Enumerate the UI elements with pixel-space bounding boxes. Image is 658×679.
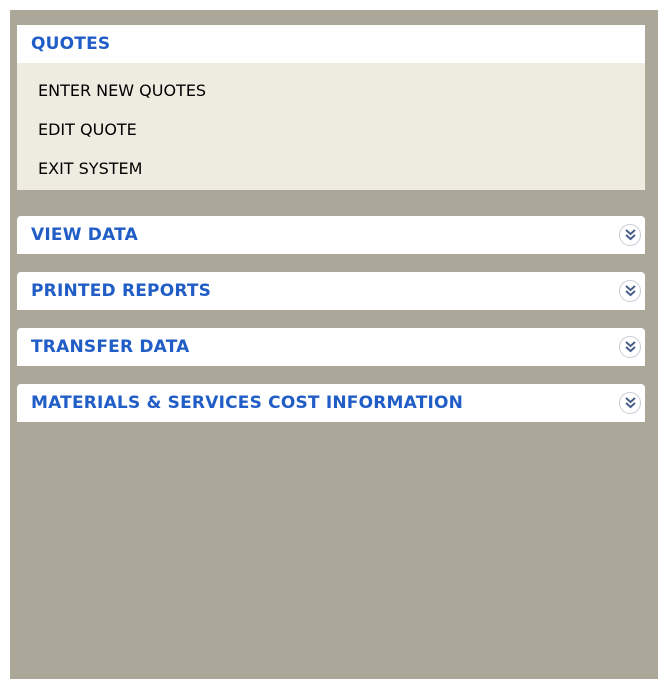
group-printed-reports: PRINTED REPORTS xyxy=(17,272,645,310)
group-materials-services-cost: MATERIALS & SERVICES COST INFORMATION xyxy=(17,384,645,422)
task-enter-new-quotes[interactable]: ENTER NEW QUOTES xyxy=(17,71,645,110)
group-quotes: QUOTES ENTER NEW QUOTES EDIT QUOTE EXIT … xyxy=(17,25,645,190)
group-view-data: VIEW DATA xyxy=(17,216,645,254)
task-exit-system[interactable]: EXIT SYSTEM xyxy=(17,149,645,188)
group-view-data-header[interactable]: VIEW DATA xyxy=(17,216,645,254)
group-printed-reports-title: PRINTED REPORTS xyxy=(31,281,212,301)
chevron-double-down-icon[interactable] xyxy=(619,280,641,302)
group-transfer-data: TRANSFER DATA xyxy=(17,328,645,366)
group-printed-reports-header[interactable]: PRINTED REPORTS xyxy=(17,272,645,310)
task-edit-quote[interactable]: EDIT QUOTE xyxy=(17,110,645,149)
group-quotes-title: QUOTES xyxy=(31,34,111,54)
group-materials-services-cost-title: MATERIALS & SERVICES COST INFORMATION xyxy=(31,393,464,413)
group-transfer-data-header[interactable]: TRANSFER DATA xyxy=(17,328,645,366)
group-quotes-header[interactable]: QUOTES xyxy=(17,25,645,63)
group-materials-services-cost-header[interactable]: MATERIALS & SERVICES COST INFORMATION xyxy=(17,384,645,422)
chevron-double-down-icon[interactable] xyxy=(619,336,641,358)
chevron-double-down-icon[interactable] xyxy=(619,224,641,246)
group-quotes-body: ENTER NEW QUOTES EDIT QUOTE EXIT SYSTEM xyxy=(17,63,645,190)
chevron-double-down-icon[interactable] xyxy=(619,392,641,414)
group-view-data-title: VIEW DATA xyxy=(31,225,138,245)
group-transfer-data-title: TRANSFER DATA xyxy=(31,337,190,357)
